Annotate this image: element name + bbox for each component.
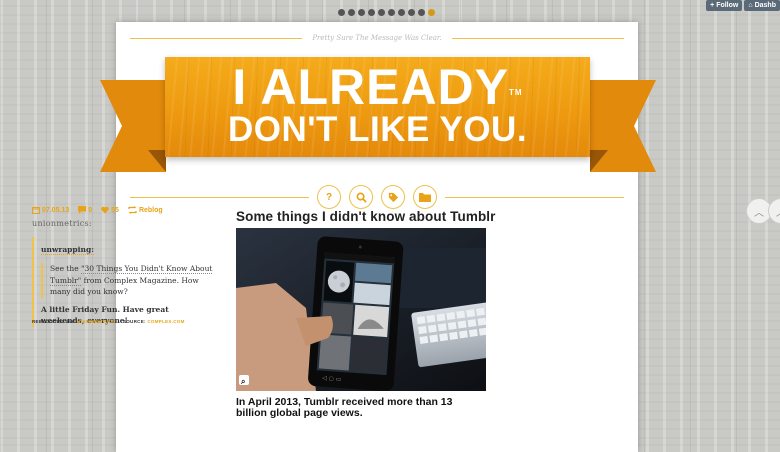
source-link[interactable]: COMPLEX.COM [147, 319, 184, 324]
post-text: In April 2013, Tumblr received more than… [236, 396, 453, 419]
divider [130, 37, 303, 39]
social-icon[interactable] [428, 9, 435, 16]
site-title-line2: DON'T LIKE YOU. [227, 110, 528, 149]
post-username[interactable]: unionmetrics: [32, 219, 92, 228]
nav-row: ? [130, 185, 624, 209]
social-icons [338, 9, 435, 16]
plus-icon: + [710, 2, 715, 9]
social-icon[interactable] [408, 9, 415, 16]
social-icon[interactable] [378, 9, 385, 16]
folder-icon[interactable] [413, 185, 437, 209]
divider [445, 196, 624, 198]
post-credits: REBLOGGED VIA: UNIONMETRICS SOURCE: COMP… [32, 319, 185, 324]
social-icon[interactable] [338, 9, 345, 16]
comment-icon [78, 206, 87, 214]
post-photo[interactable]: ◁ ○ ▭ ⌕ [236, 228, 486, 391]
post-date[interactable]: 07.05.13 [32, 206, 69, 214]
dashboard-button[interactable]: ⌂ Dashb [744, 0, 780, 11]
reblog-button[interactable]: Reblog [128, 206, 163, 214]
social-icon[interactable] [358, 9, 365, 16]
post-meta: 07.05.13 0 55 Reblog [32, 206, 163, 214]
tumblr-controls: + Follow ⌂ Dashb [706, 0, 780, 11]
home-icon: ⌂ [748, 2, 753, 9]
scroll-up-button-alt[interactable]: ︿ [768, 198, 780, 224]
tagline-row: Pretty Sure The Message Was Clear. [130, 34, 624, 42]
quote-inner: See the "30 Things You Didn't Know About… [41, 263, 213, 298]
divider [130, 196, 309, 198]
tablet-photo: ◁ ○ ▭ ⌕ [236, 228, 486, 391]
social-icon[interactable] [418, 9, 425, 16]
chevron-up-icon: ︿ [776, 204, 780, 219]
trademark: TM [509, 88, 523, 97]
divider [451, 37, 624, 39]
post-likes[interactable]: 55 [101, 206, 119, 214]
social-icon[interactable] [368, 9, 375, 16]
heart-icon [101, 206, 109, 214]
reblog-quote: unwrapping: See the "30 Things You Didn'… [32, 237, 213, 327]
quote-username[interactable]: unwrapping: [41, 245, 94, 255]
reblogged-via-link[interactable]: UNIONMETRICS [77, 319, 115, 324]
post-comments[interactable]: 0 [78, 206, 92, 214]
site-title-line1: I ALREADYTM [232, 59, 523, 115]
site-banner: I ALREADYTM DON'T LIKE YOU. [165, 57, 590, 157]
svg-text:◁ ○ ▭: ◁ ○ ▭ [322, 375, 342, 383]
chevron-up-icon: ︿ [754, 207, 764, 219]
tag-icon[interactable] [381, 185, 405, 209]
follow-button[interactable]: + Follow [706, 0, 743, 11]
search-icon[interactable] [349, 185, 373, 209]
question-icon[interactable]: ? [317, 185, 341, 209]
reblog-icon [128, 206, 137, 214]
zoom-icon: ⌕ [240, 377, 245, 386]
calendar-icon [32, 207, 40, 214]
social-icon[interactable] [398, 9, 405, 16]
post-title[interactable]: Some things I didn't know about Tumblr [236, 209, 496, 224]
social-icon[interactable] [388, 9, 395, 16]
site-tagline: Pretty Sure The Message Was Clear. [312, 34, 442, 42]
social-icon[interactable] [348, 9, 355, 16]
nav-icons: ? [309, 185, 445, 209]
